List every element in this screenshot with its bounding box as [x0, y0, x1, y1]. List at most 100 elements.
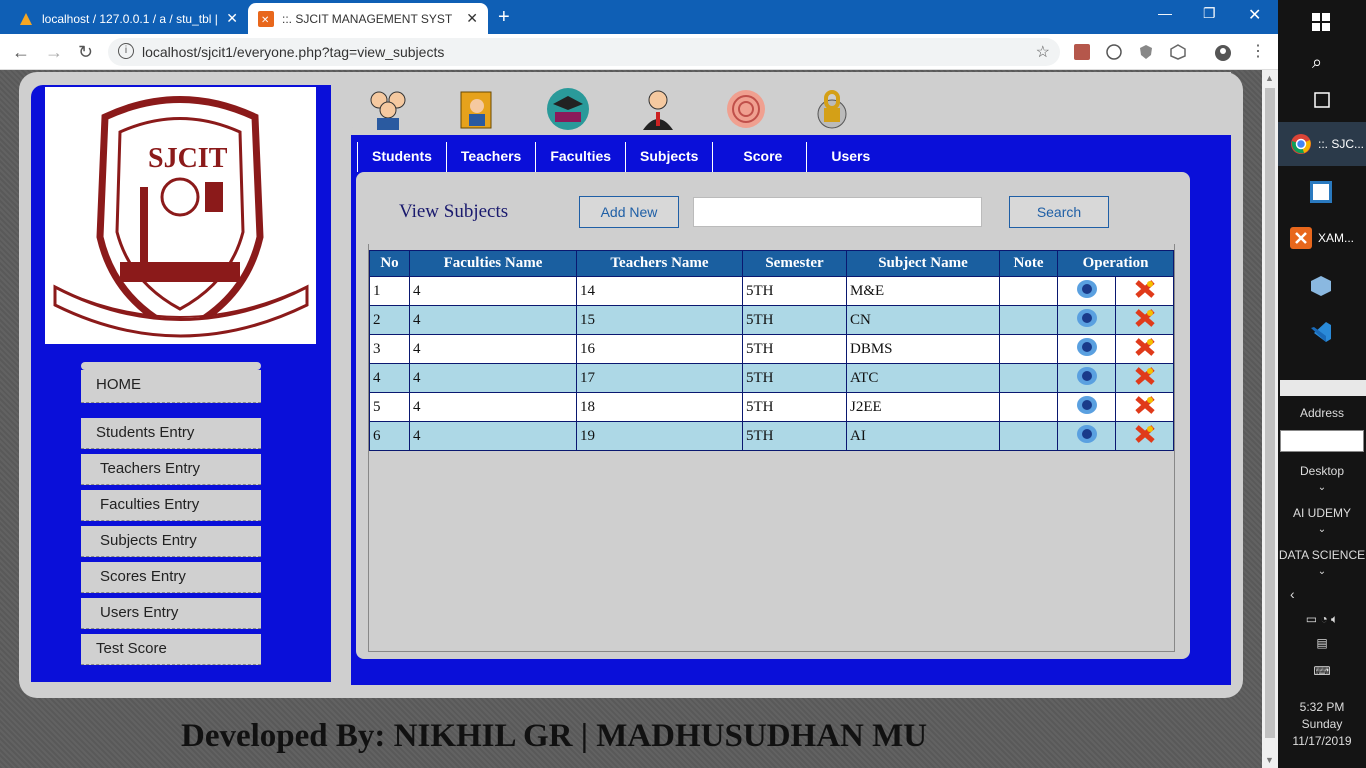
edit-icon[interactable]: [1076, 279, 1098, 299]
edit-cell: [1057, 363, 1116, 393]
toolbar-scroll[interactable]: [1280, 380, 1366, 396]
score-icon[interactable]: [723, 86, 769, 132]
bookmark-star-icon[interactable]: ☆: [1036, 42, 1050, 62]
taskbar-chrome-label: ::. SJC...: [1318, 137, 1365, 151]
close-tab-icon[interactable]: ✕: [226, 10, 238, 27]
menu-dots-icon[interactable]: ⋮: [1250, 41, 1266, 60]
cell-no: 1: [369, 276, 410, 306]
delete-icon[interactable]: [1134, 279, 1156, 299]
clock-date[interactable]: 11/17/2019: [1278, 734, 1366, 748]
close-tab-icon[interactable]: ✕: [466, 10, 478, 27]
menu-faculties-entry[interactable]: Faculties Entry: [81, 490, 261, 521]
url-text: localhost/sjcit1/everyone.php?tag=view_s…: [142, 44, 445, 60]
toolbar-desktop[interactable]: Desktop: [1278, 464, 1366, 478]
shield-extension-icon[interactable]: [1138, 44, 1154, 60]
delete-icon[interactable]: [1134, 424, 1156, 444]
edit-icon[interactable]: [1076, 308, 1098, 328]
cube-icon: [1311, 276, 1331, 296]
vscode-icon: [1311, 322, 1331, 342]
close-window-icon[interactable]: ✕: [1248, 5, 1261, 25]
start-button[interactable]: [1278, 0, 1366, 44]
taskbar-xampp[interactable]: XAM...: [1278, 216, 1366, 260]
edit-cell: [1057, 334, 1116, 364]
teachers-icon[interactable]: [455, 86, 501, 132]
browser-toolbar: ← → ↻ i localhost/sjcit1/everyone.php?ta…: [0, 34, 1278, 70]
nav-teachers[interactable]: Teachers: [445, 142, 535, 172]
menu-test-score[interactable]: Test Score: [81, 634, 261, 665]
tab-phpmyadmin[interactable]: localhost / 127.0.0.1 / a / stu_tbl | ✕: [8, 3, 248, 34]
cell-faculty: 4: [409, 421, 577, 451]
menu-users-entry[interactable]: Users Entry: [81, 598, 261, 629]
col-header-note: Note: [999, 250, 1058, 277]
toolbar-data-science[interactable]: DATA SCIENCE: [1278, 548, 1366, 562]
chevron-down-icon[interactable]: ⌄: [1278, 482, 1366, 493]
edit-icon[interactable]: [1076, 424, 1098, 444]
faculties-icon[interactable]: [545, 86, 591, 132]
cell-no: 5: [369, 392, 410, 422]
minimize-icon[interactable]: —: [1158, 5, 1172, 21]
menu-subjects-entry[interactable]: Subjects Entry: [81, 526, 261, 557]
show-hidden-icons-icon[interactable]: ‹: [1278, 586, 1366, 602]
cell-subject: DBMS: [846, 334, 1000, 364]
delete-icon[interactable]: [1134, 395, 1156, 415]
extension-icon[interactable]: [1106, 44, 1122, 60]
subjects-icon[interactable]: [635, 86, 681, 132]
system-tray-icons[interactable]: ▭ ◔ 🔈︎: [1278, 612, 1366, 627]
col-header-teachers: Teachers Name: [576, 250, 743, 277]
clock-time[interactable]: 5:32 PM: [1278, 700, 1366, 714]
tab-title: localhost / 127.0.0.1 / a / stu_tbl |: [42, 11, 218, 26]
scrollbar-thumb[interactable]: [1265, 88, 1275, 738]
nav-students[interactable]: Students: [357, 142, 446, 172]
chevron-down-icon[interactable]: ⌄: [1278, 566, 1366, 577]
taskbar-sql-app[interactable]: [1278, 170, 1366, 214]
address-bar[interactable]: i localhost/sjcit1/everyone.php?tag=view…: [108, 38, 1060, 66]
task-view-icon[interactable]: [1278, 78, 1366, 122]
pdf-extension-icon[interactable]: [1074, 44, 1090, 60]
cell-semester: 5TH: [742, 392, 847, 422]
menu-teachers-entry[interactable]: Teachers Entry: [81, 454, 261, 485]
clock-day[interactable]: Sunday: [1278, 717, 1366, 731]
taskbar-virtualbox[interactable]: [1278, 264, 1366, 308]
cell-subject: CN: [846, 305, 1000, 335]
chevron-down-icon[interactable]: ⌄: [1278, 524, 1366, 535]
col-header-operation: Operation: [1057, 250, 1174, 277]
students-icon[interactable]: [365, 86, 411, 132]
toolbar-ai-udemy[interactable]: AI UDEMY: [1278, 506, 1366, 520]
search-input[interactable]: [693, 197, 982, 227]
address-input[interactable]: [1280, 430, 1364, 452]
table-row: 2 4 15 5TH CN: [369, 305, 1174, 335]
action-center-icon[interactable]: ▤: [1278, 636, 1366, 650]
edit-icon[interactable]: [1076, 337, 1098, 357]
keyboard-icon[interactable]: ⌨: [1278, 664, 1366, 678]
delete-icon[interactable]: [1134, 366, 1156, 386]
delete-icon[interactable]: [1134, 308, 1156, 328]
menu-students-entry[interactable]: Students Entry: [81, 418, 261, 449]
nav-faculties[interactable]: Faculties: [535, 142, 625, 172]
info-icon[interactable]: i: [118, 43, 134, 59]
tab-sjcit[interactable]: ✕ ::. SJCIT MANAGEMENT SYSTEM ✕: [248, 3, 488, 34]
edit-icon[interactable]: [1076, 366, 1098, 386]
add-new-button[interactable]: Add New: [579, 196, 679, 228]
profile-icon[interactable]: [1214, 44, 1231, 61]
nav-score[interactable]: Score: [712, 142, 806, 172]
edit-icon[interactable]: [1076, 395, 1098, 415]
scroll-up-icon[interactable]: ▲: [1265, 73, 1274, 83]
taskbar-chrome[interactable]: ::. SJC...: [1278, 122, 1366, 166]
reload-icon[interactable]: ↻: [78, 42, 93, 63]
vertical-scrollbar[interactable]: ▲ ▼: [1262, 70, 1278, 768]
nav-subjects[interactable]: Subjects: [625, 142, 712, 172]
new-tab-icon[interactable]: +: [498, 6, 510, 29]
scroll-down-icon[interactable]: ▼: [1265, 755, 1274, 765]
delete-icon[interactable]: [1134, 337, 1156, 357]
menu-scores-entry[interactable]: Scores Entry: [81, 562, 261, 593]
cell-teacher: 17: [576, 363, 743, 393]
menu-home[interactable]: HOME: [81, 370, 261, 403]
cube-extension-icon[interactable]: [1170, 44, 1186, 60]
users-icon[interactable]: [809, 86, 855, 132]
taskbar-vscode[interactable]: [1278, 310, 1366, 354]
search-button[interactable]: Search: [1009, 196, 1109, 228]
nav-users[interactable]: Users: [806, 142, 894, 172]
back-icon[interactable]: ←: [12, 42, 30, 63]
restore-icon[interactable]: ❐: [1203, 5, 1216, 22]
forward-icon[interactable]: →: [45, 42, 63, 63]
